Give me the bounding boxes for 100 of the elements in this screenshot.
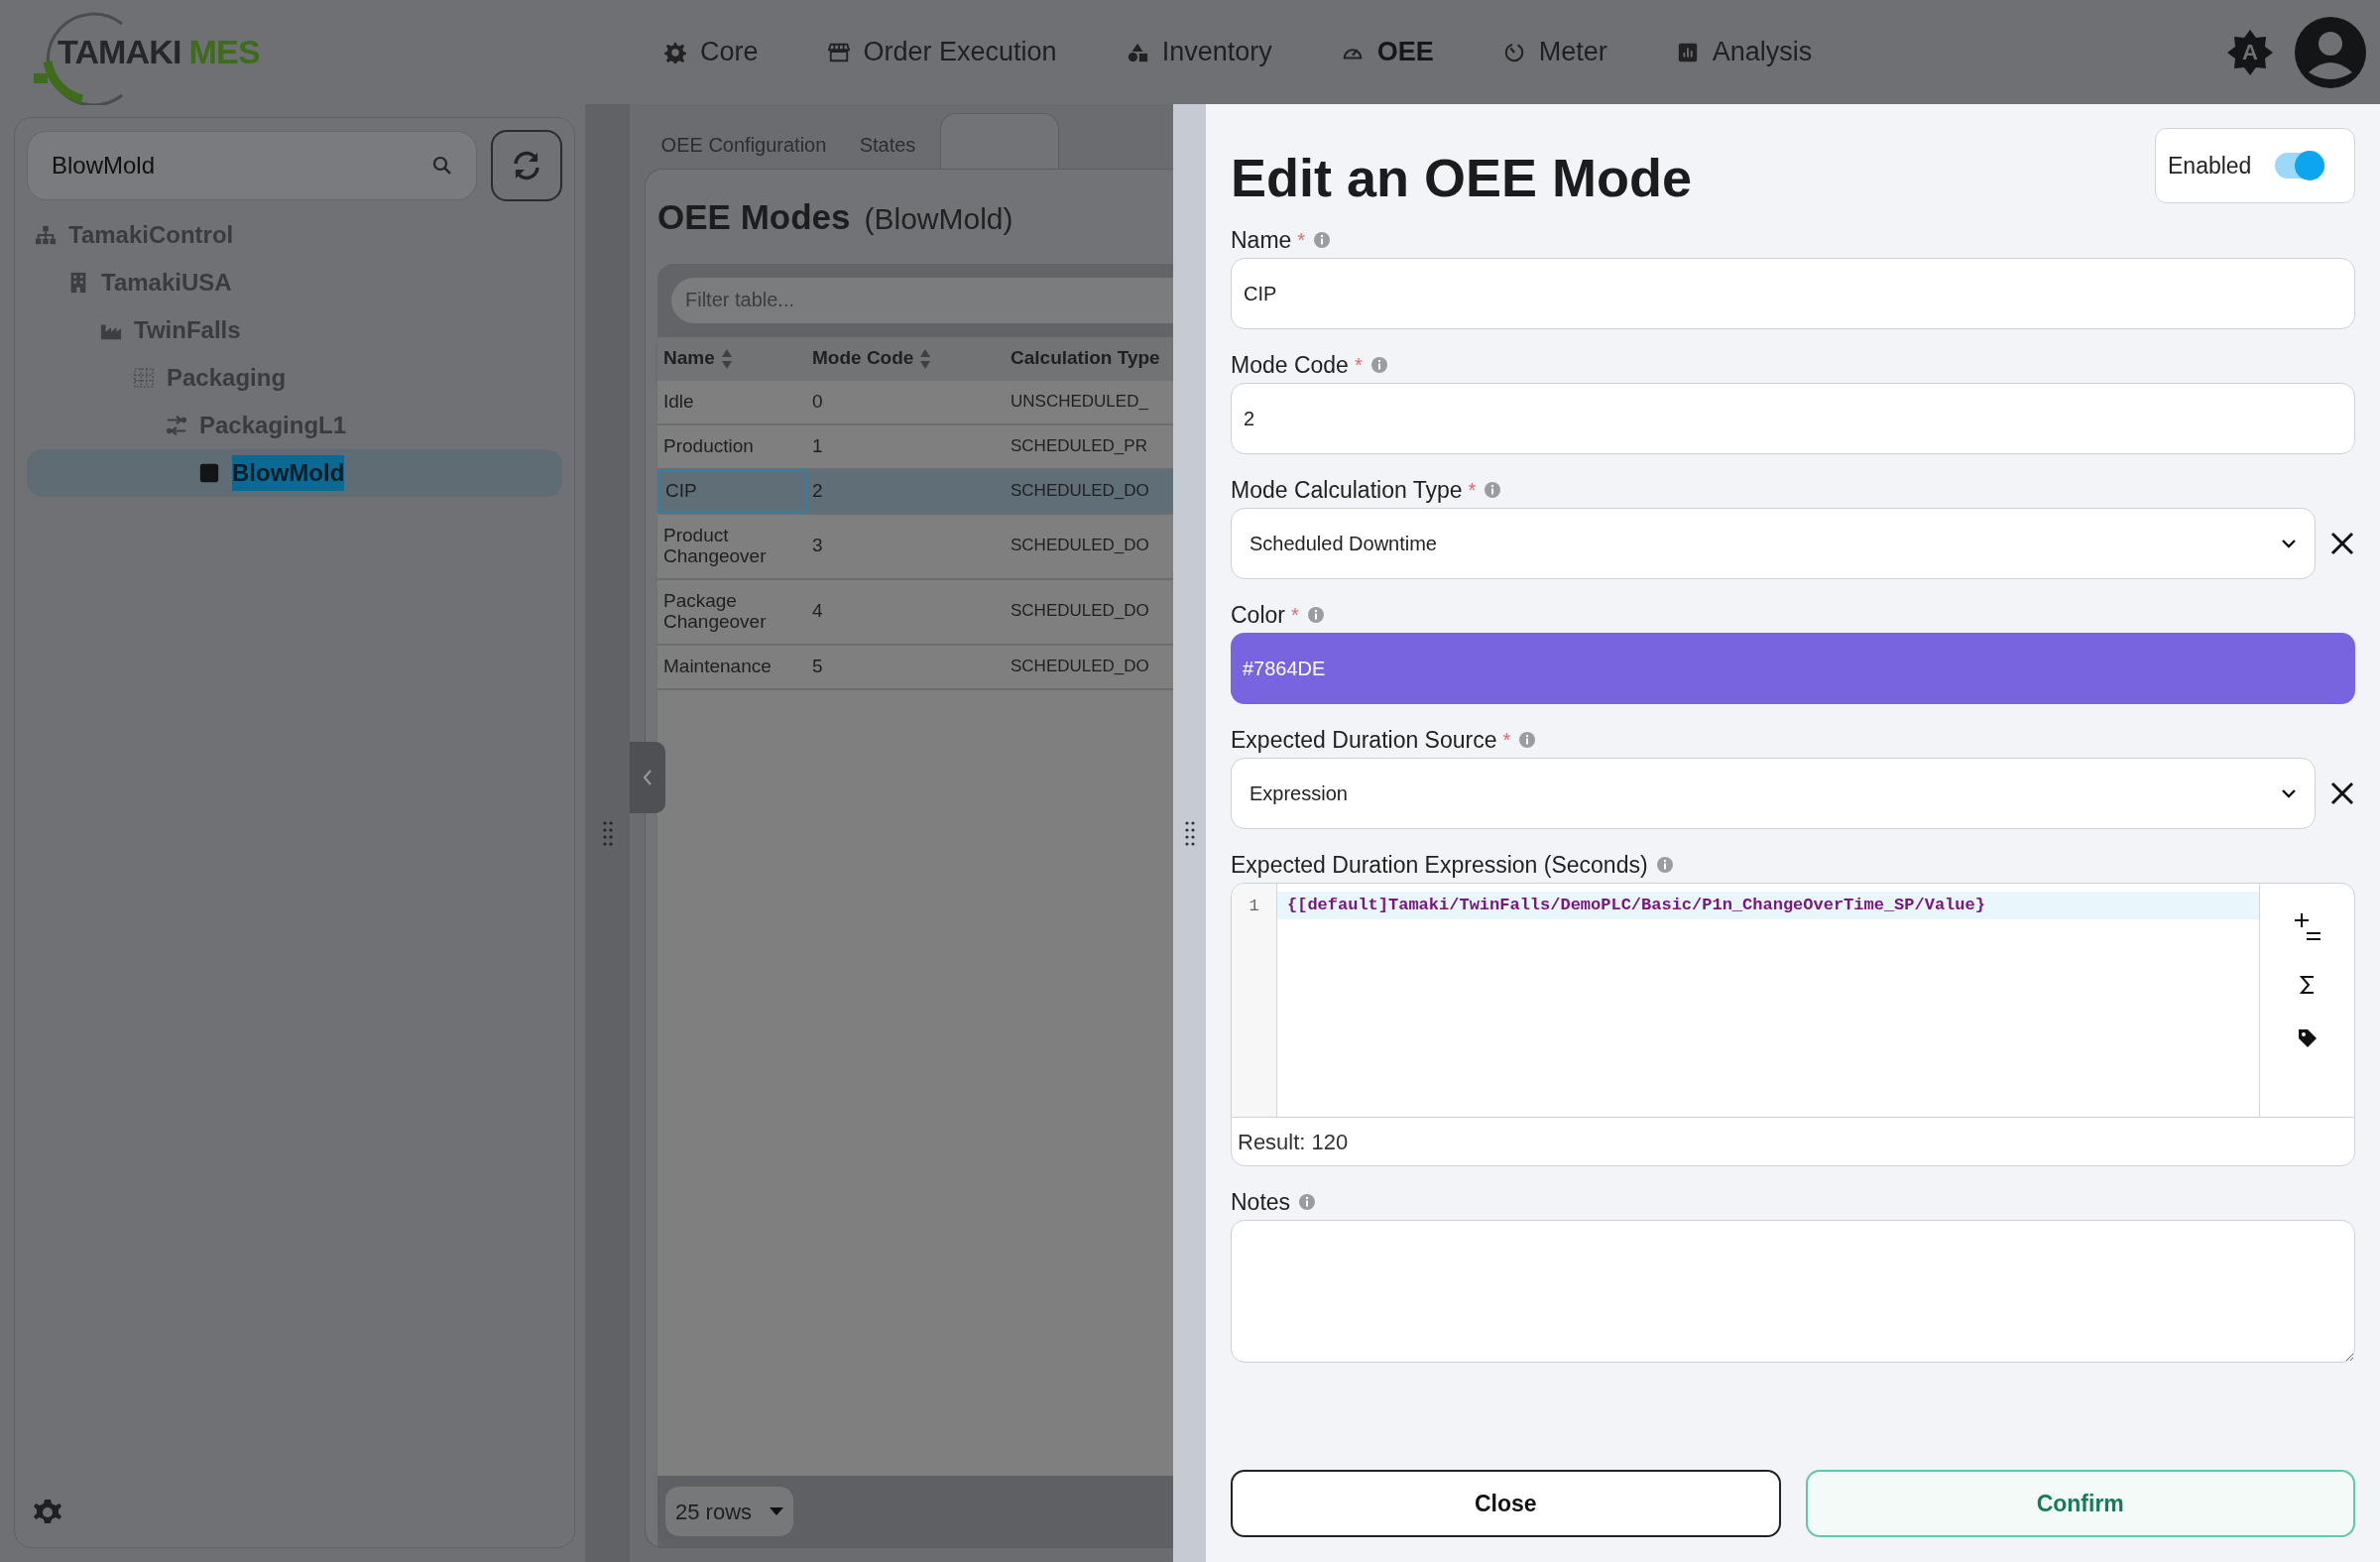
clear-icon[interactable] xyxy=(2329,781,2355,806)
chevron-icon xyxy=(2281,788,2297,798)
table-cell-text: 2 xyxy=(811,478,824,503)
table-cell-text: Idle xyxy=(662,389,695,414)
plus-equals-icon[interactable] xyxy=(2294,911,2320,941)
info-icon[interactable] xyxy=(1313,231,1332,249)
info-icon[interactable] xyxy=(1369,356,1388,374)
square-icon xyxy=(198,462,220,484)
input-field[interactable]: CIP xyxy=(1231,258,2355,329)
enabled-toggle[interactable]: Enabled xyxy=(2155,128,2355,203)
table-cell-text: SCHEDULED_DO xyxy=(1010,535,1150,557)
bar-chart-icon xyxy=(1676,41,1699,63)
table-cell-text: 5 xyxy=(811,654,824,678)
flow-icon xyxy=(166,415,187,436)
table-cell: CIP xyxy=(657,469,806,513)
tab[interactable]: OEE Configuration xyxy=(645,121,843,169)
tree-row[interactable]: BlowMold xyxy=(27,449,562,497)
caret-icon xyxy=(770,1507,784,1515)
dial-icon xyxy=(1502,41,1525,63)
field-label: Color xyxy=(1231,600,1285,630)
info-icon[interactable] xyxy=(1655,856,1674,874)
table-cell-text: 3 xyxy=(811,534,824,558)
refresh-button[interactable] xyxy=(491,130,562,201)
nav-item[interactable]: Core xyxy=(664,32,759,72)
clear-icon[interactable] xyxy=(2329,531,2355,556)
column-header[interactable]: Name xyxy=(663,344,715,373)
nav-item[interactable]: Order Execution xyxy=(827,32,1057,72)
select-field[interactable]: Expression xyxy=(1231,758,2316,829)
notes-field[interactable] xyxy=(1231,1220,2355,1363)
field-label: Expected Duration Expression (Seconds) xyxy=(1231,850,1648,880)
column-header[interactable]: Mode Code xyxy=(812,344,914,373)
section-subtitle: (BlowMold) xyxy=(864,201,1013,237)
sort-icon[interactable] xyxy=(919,347,932,370)
table-cell-text: Production xyxy=(662,433,755,458)
info-icon[interactable] xyxy=(1484,481,1502,499)
table-cell-text: 4 xyxy=(811,599,824,624)
table-cell-text: Product Changeover xyxy=(662,523,768,568)
table-row[interactable]: CIP 2 SCHEDULED_DO xyxy=(657,469,1173,515)
required-mark: * xyxy=(1297,228,1306,253)
drag-handle-icon[interactable] xyxy=(602,820,613,846)
toggle-switch[interactable] xyxy=(2275,153,2325,179)
drawer-title: Edit an OEE Mode xyxy=(1231,147,1693,209)
grid-icon xyxy=(133,367,155,389)
table-row[interactable]: Maintenance 5 SCHEDULED_DO xyxy=(657,645,1173,690)
table-cell-text: 0 xyxy=(811,389,824,414)
input-field[interactable]: 2 xyxy=(1231,383,2355,454)
chevron-icon xyxy=(2281,539,2297,548)
info-icon[interactable] xyxy=(1518,731,1537,749)
section-title: OEE Modes xyxy=(657,196,851,238)
tab[interactable]: States xyxy=(843,121,932,169)
storefront-icon xyxy=(827,41,850,63)
search-field[interactable]: BlowMold xyxy=(27,131,478,200)
hierarchy-icon xyxy=(35,224,57,246)
nav-item[interactable]: Meter xyxy=(1502,32,1607,72)
field-label: Notes xyxy=(1231,1187,1291,1217)
page-size-select[interactable]: 25 rows xyxy=(665,1487,794,1536)
table-cell-text: SCHEDULED_DO xyxy=(1010,600,1150,623)
table-cell-text: Maintenance xyxy=(662,654,773,678)
table-cell-text: SCHEDULED_DO xyxy=(1010,479,1150,502)
close-button[interactable]: Close xyxy=(1231,1470,1781,1537)
table-cell-text: UNSCHEDULED_ xyxy=(1010,390,1149,413)
field-label: Mode Code xyxy=(1231,350,1349,380)
info-icon[interactable] xyxy=(1306,606,1325,624)
table-cell-text: SCHEDULED_PR xyxy=(1010,434,1148,457)
field-label: Mode Calculation Type xyxy=(1231,475,1463,505)
collapse-button[interactable] xyxy=(630,742,665,813)
field-label: Name xyxy=(1231,225,1292,255)
chevron-left-icon xyxy=(642,769,654,786)
sigma-icon[interactable] xyxy=(2299,975,2316,995)
required-mark: * xyxy=(1290,603,1299,628)
nav-item[interactable]: Analysis xyxy=(1676,32,1813,72)
table-cell-text: 1 xyxy=(811,433,824,458)
logo-text: MES xyxy=(188,32,260,72)
table-cell-text: SCHEDULED_DO xyxy=(1010,655,1150,677)
drag-handle-icon[interactable] xyxy=(1184,820,1195,846)
filter-field[interactable]: Filter table... xyxy=(671,277,1173,323)
expression-editor[interactable]: 1 {[default]Tamaki/TwinFalls/DemoPLC/Basic/P1n_ChangeOverTime_SP/Value} Result: 120 xyxy=(1231,883,2355,1166)
color-field[interactable]: #7864DE xyxy=(1231,633,2355,704)
column-header[interactable]: Calculation Type xyxy=(1011,344,1160,373)
tag-icon[interactable] xyxy=(2297,1028,2318,1048)
avatar-icon[interactable] xyxy=(2295,16,2366,88)
gear-icon xyxy=(664,41,686,63)
required-mark: * xyxy=(1502,728,1511,753)
nav-item[interactable]: Inventory xyxy=(1126,32,1272,72)
result-text: Result: 120 xyxy=(1238,1128,1349,1156)
confirm-button[interactable]: Confirm xyxy=(1805,1470,2355,1537)
info-icon[interactable] xyxy=(1298,1193,1317,1211)
tree-item[interactable]: BlowMold xyxy=(232,455,345,491)
line-number: 1 xyxy=(1249,896,1259,917)
nav-item[interactable]: OEE xyxy=(1341,32,1434,72)
search-icon[interactable] xyxy=(432,156,453,176)
required-mark: * xyxy=(1468,478,1477,503)
select-field[interactable]: Scheduled Downtime xyxy=(1231,508,2316,579)
sort-icon[interactable] xyxy=(720,347,733,370)
search-text: BlowMold xyxy=(52,152,156,179)
field-label: Expected Duration Source xyxy=(1231,725,1497,755)
table-cell-text: Package Changeover xyxy=(662,588,768,634)
required-mark: * xyxy=(1354,353,1363,378)
logo-text: TAMAKI xyxy=(58,32,181,72)
table-row[interactable]: Idle 0 UNSCHEDULED_ xyxy=(657,380,1173,425)
